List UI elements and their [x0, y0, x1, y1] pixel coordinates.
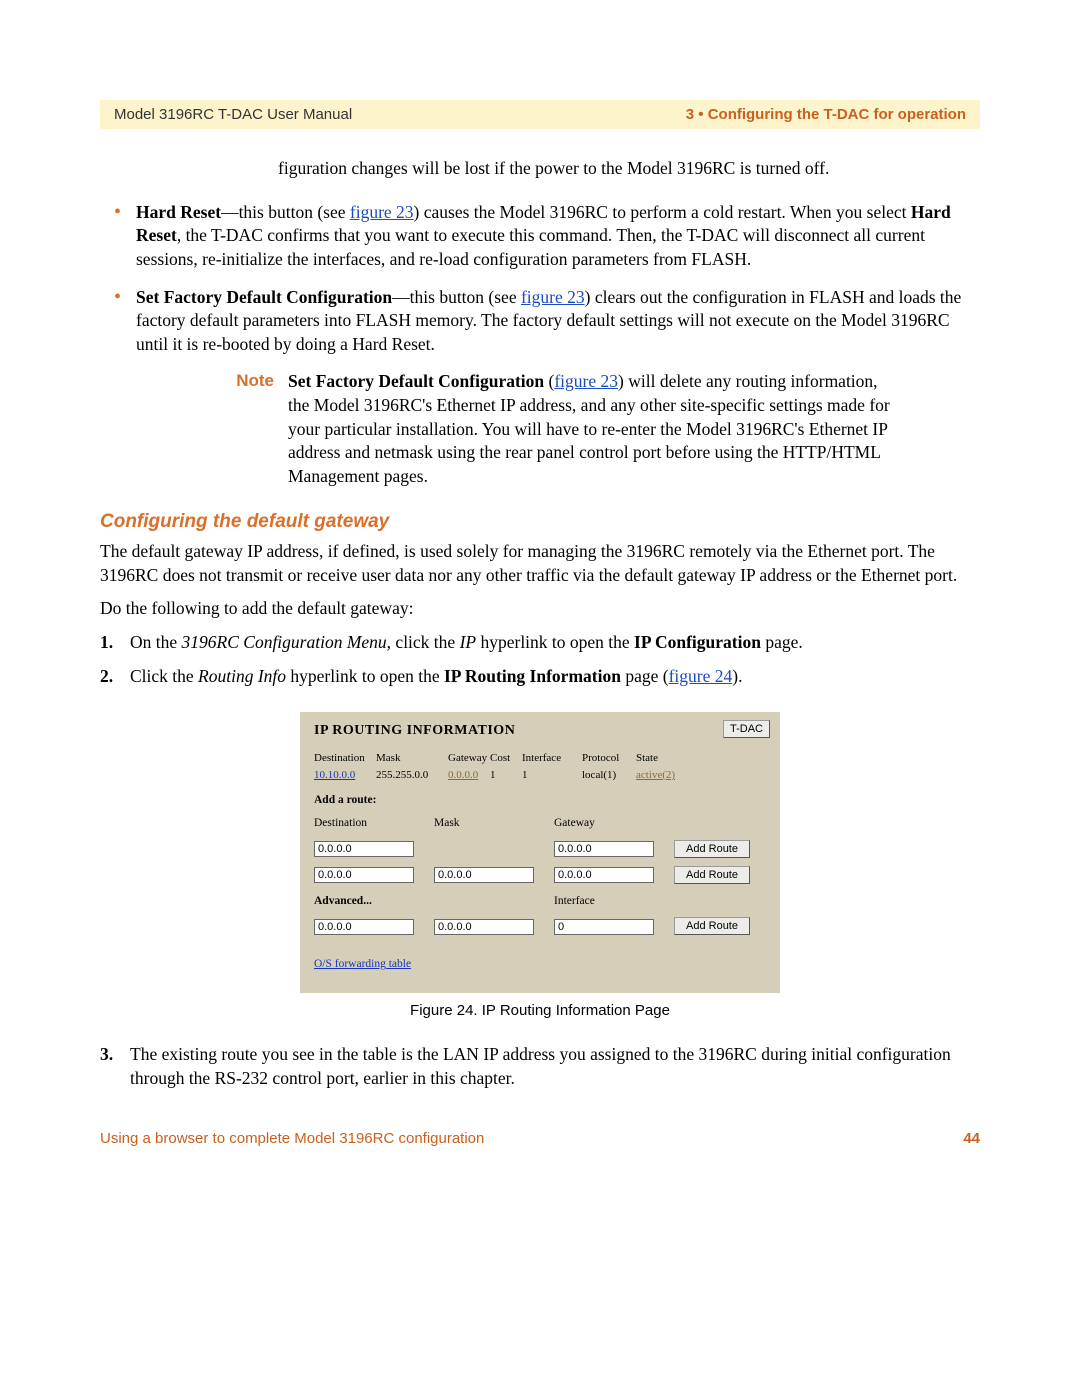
footer-left: Using a browser to complete Model 3196RC…: [100, 1130, 484, 1147]
note-body: Set Factory Default Configuration (figur…: [288, 370, 900, 488]
bullet-hard-reset: Hard Reset—this button (see figure 23) c…: [100, 201, 980, 272]
route-mask: 255.255.0.0: [376, 768, 448, 783]
lbl-mask: Mask: [434, 816, 554, 832]
intro-continuation: figuration changes will be lost if the p…: [278, 157, 980, 181]
routing-headers: Destination Mask Gateway Cost Interface …: [314, 751, 766, 766]
route-interface: 1: [522, 768, 582, 783]
bullet-lead: Hard Reset: [136, 202, 221, 222]
footer-page-number: 44: [963, 1130, 980, 1147]
lbl-gateway: Gateway: [554, 816, 674, 832]
add-route-button-1[interactable]: Add Route: [674, 840, 750, 858]
step-2: 2. Click the Routing Info hyperlink to o…: [100, 665, 980, 689]
add-route-row-3: Add Route: [314, 917, 766, 935]
col-state: State: [636, 751, 690, 766]
lbl-interface: Interface: [554, 894, 674, 910]
gateway-input-2[interactable]: [554, 867, 654, 883]
step-number: 3.: [100, 1043, 113, 1067]
destination-input-2[interactable]: [314, 867, 414, 883]
tdac-button[interactable]: T-DAC: [723, 720, 770, 738]
step-number: 1.: [100, 631, 113, 655]
figure-23-link[interactable]: figure 23: [521, 287, 585, 307]
section-heading: Configuring the default gateway: [100, 509, 980, 535]
col-gateway: Gateway: [448, 751, 490, 766]
figure-24-caption: Figure 24. IP Routing Information Page: [100, 1001, 980, 1021]
mask-input-3[interactable]: [434, 919, 534, 935]
col-protocol: Protocol: [582, 751, 636, 766]
mask-input-2[interactable]: [434, 867, 534, 883]
os-forwarding-link[interactable]: O/S forwarding table: [314, 957, 411, 973]
figure-23-link[interactable]: figure 23: [350, 202, 414, 222]
gateway-paragraph-2: Do the following to add the default gate…: [100, 597, 980, 621]
add-route-button-3[interactable]: Add Route: [674, 917, 750, 935]
feature-bullets: Hard Reset—this button (see figure 23) c…: [100, 201, 980, 357]
add-route-labels-1: Destination Mask Gateway: [314, 816, 766, 834]
col-interface: Interface: [522, 751, 582, 766]
advanced-labels: Advanced... Interface: [314, 894, 766, 912]
interface-input-3[interactable]: [554, 919, 654, 935]
page-footer: Using a browser to complete Model 3196RC…: [100, 1130, 980, 1147]
destination-input-1[interactable]: [314, 841, 414, 857]
add-route-row-2: Add Route: [314, 866, 766, 884]
add-route-row-1: Add Route: [314, 840, 766, 858]
col-cost: Cost: [490, 751, 522, 766]
route-destination-link[interactable]: 10.10.0.0: [314, 768, 376, 783]
gateway-input-1[interactable]: [554, 841, 654, 857]
bullet-factory-default: Set Factory Default Configuration—this b…: [100, 286, 980, 357]
add-route-button-2[interactable]: Add Route: [674, 866, 750, 884]
figure-24-link[interactable]: figure 24: [669, 666, 733, 686]
header-left: Model 3196RC T-DAC User Manual: [114, 106, 352, 123]
routing-title: IP ROUTING INFORMATION: [314, 722, 766, 741]
step-list-cont: 3. The existing route you see in the tab…: [100, 1043, 980, 1090]
gateway-paragraph-1: The default gateway IP address, if defin…: [100, 540, 980, 587]
step-number: 2.: [100, 665, 113, 689]
figure-23-link[interactable]: figure 23: [554, 371, 618, 391]
step-1: 1. On the 3196RC Configuration Menu, cli…: [100, 631, 980, 655]
note-block: Note Set Factory Default Configuration (…: [220, 370, 900, 488]
route-cost: 1: [490, 768, 522, 783]
lbl-advanced: Advanced...: [314, 894, 434, 910]
page-header: Model 3196RC T-DAC User Manual 3 • Confi…: [100, 100, 980, 129]
ip-routing-pane: IP ROUTING INFORMATION T-DAC Destination…: [300, 712, 780, 993]
step-3: 3. The existing route you see in the tab…: [100, 1043, 980, 1090]
note-label: Note: [220, 370, 274, 488]
route-protocol: local(1): [582, 768, 636, 783]
add-route-label: Add a route:: [314, 793, 766, 809]
col-mask: Mask: [376, 751, 448, 766]
lbl-destination: Destination: [314, 816, 434, 832]
destination-input-3[interactable]: [314, 919, 414, 935]
route-state-link[interactable]: active(2): [636, 768, 690, 783]
header-right: 3 • Configuring the T-DAC for operation: [686, 106, 966, 123]
route-gateway-link[interactable]: 0.0.0.0: [448, 768, 490, 783]
step-list: 1. On the 3196RC Configuration Menu, cli…: [100, 631, 980, 688]
routing-row: 10.10.0.0 255.255.0.0 0.0.0.0 1 1 local(…: [314, 768, 766, 783]
col-destination: Destination: [314, 751, 376, 766]
bullet-lead: Set Factory Default Configuration: [136, 287, 392, 307]
